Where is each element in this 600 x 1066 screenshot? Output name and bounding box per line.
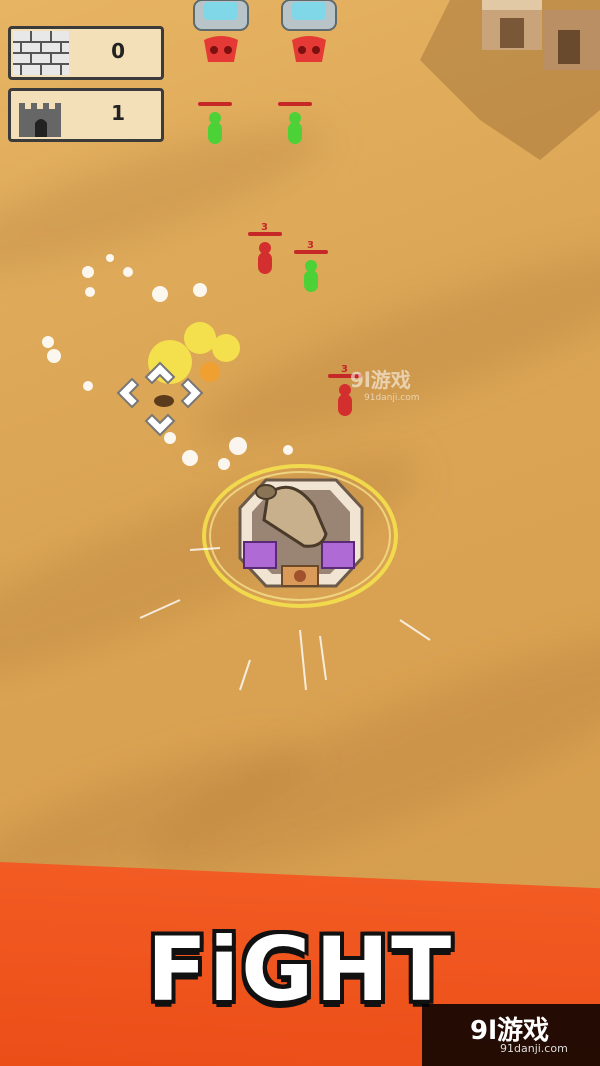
enemy-spawn-gates: [193, 0, 337, 62]
enemy-soldier-green: [198, 102, 232, 152]
desert-ruins: [420, 0, 600, 160]
castle-tower-icon: [13, 93, 69, 137]
enemy-soldier-green: [278, 102, 312, 152]
watermark-logo: 9l游戏 91danji.com: [422, 1004, 600, 1066]
speed-lines: [139, 547, 431, 691]
game-scene: 0 1 3 3 3 9l游戏 91danji.com FiGHT 9l游戏 91…: [0, 0, 600, 1066]
brick-wall-icon: [13, 31, 69, 75]
walls-count: 0: [111, 39, 125, 63]
walls-counter: 0: [8, 26, 164, 80]
towers-counter: 1: [8, 88, 164, 142]
towers-count: 1: [111, 101, 125, 125]
watermark-center: 9l游戏 91danji.com: [350, 368, 420, 403]
crosshair-target-icon[interactable]: [100, 355, 220, 445]
